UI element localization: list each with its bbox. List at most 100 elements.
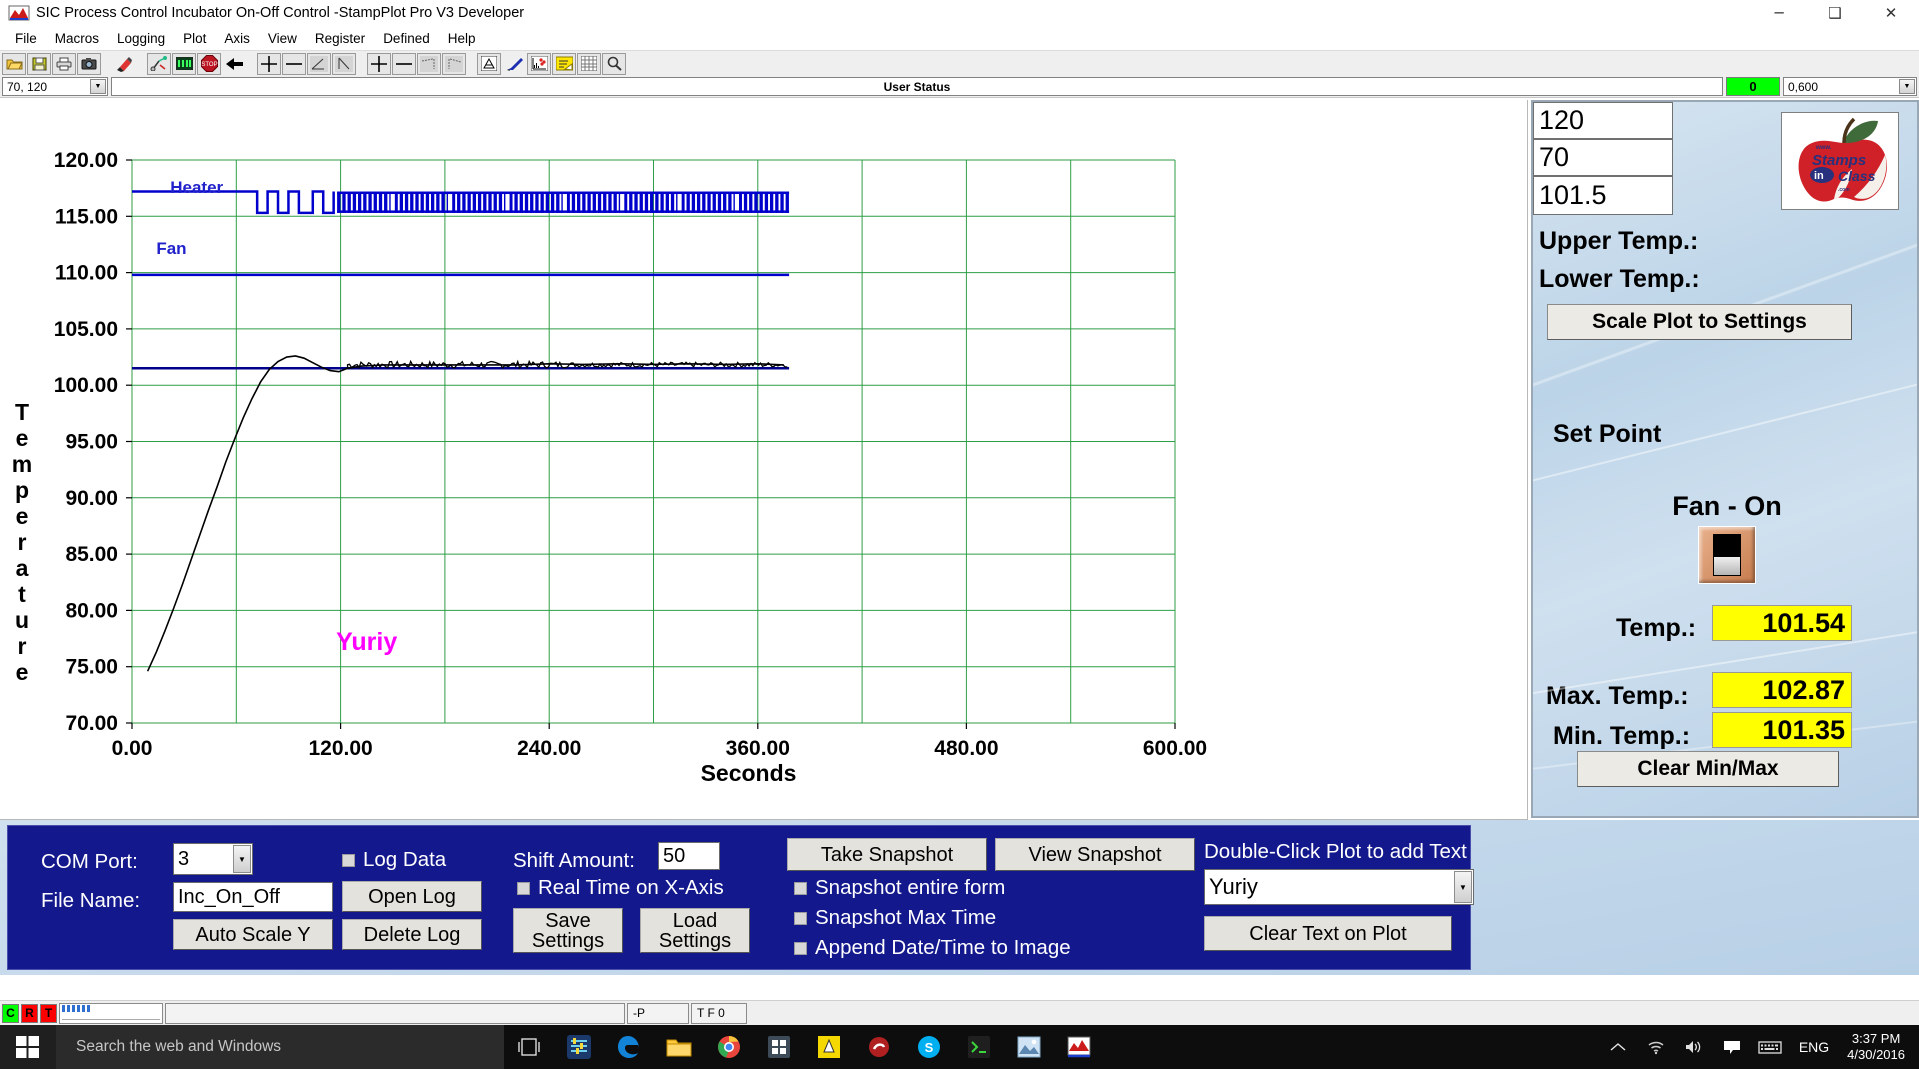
load-settings-button[interactable]: Load Settings [640, 908, 750, 953]
data-points-icon[interactable] [527, 52, 551, 75]
scale-plot-button[interactable]: Scale Plot to Settings [1547, 304, 1852, 340]
maximize-button[interactable]: ❑ [1807, 0, 1863, 26]
upper-temp-input[interactable]: 120 [1533, 102, 1673, 139]
com-port-combo[interactable]: 3 ▼ [173, 843, 253, 875]
menu-item-register[interactable]: Register [306, 29, 374, 48]
plot-text-combo[interactable]: Yuriy ▼ [1204, 869, 1474, 905]
task-view-icon[interactable] [504, 1025, 554, 1069]
speaker-icon[interactable] [1677, 1025, 1711, 1069]
shift-amount-input[interactable]: 50 [658, 842, 720, 870]
skype-icon[interactable]: S [904, 1025, 954, 1069]
led-display-icon[interactable] [172, 52, 196, 75]
save-disk-icon[interactable] [27, 52, 51, 75]
menu-item-logging[interactable]: Logging [108, 29, 174, 48]
notes-icon[interactable] [854, 1025, 904, 1069]
terminal-icon[interactable] [954, 1025, 1004, 1069]
app-status-bar: C R T -P T F 0 [0, 1000, 1919, 1025]
menu-item-file[interactable]: File [6, 29, 46, 48]
chevron-down-icon[interactable]: ▼ [233, 845, 251, 873]
snapshot-form-checkbox[interactable]: Snapshot entire form [794, 876, 1005, 900]
delete-log-button[interactable]: Delete Log [342, 919, 482, 950]
open-log-button[interactable]: Open Log [342, 881, 482, 912]
svg-text:T: T [15, 399, 29, 425]
photos-icon[interactable] [1004, 1025, 1054, 1069]
stampplot-icon[interactable] [1054, 1025, 1104, 1069]
file-explorer-icon[interactable] [654, 1025, 704, 1069]
print-icon[interactable] [52, 52, 76, 75]
max-temp-value-box: 102.87 [1712, 672, 1852, 708]
menu-item-plot[interactable]: Plot [174, 29, 215, 48]
save-settings-button[interactable]: Save Settings [513, 908, 623, 953]
plot-canvas[interactable]: 120.00 115.00 110.00 105.00 100.00 95.00 90.00… [0, 100, 1528, 820]
checkbox-box[interactable] [794, 881, 807, 895]
expand-right-icon[interactable] [442, 52, 466, 75]
menu-item-macros[interactable]: Macros [46, 29, 108, 48]
zoom-icon[interactable] [602, 52, 626, 75]
menu-item-defined[interactable]: Defined [374, 29, 439, 48]
time-range-combo[interactable]: 0,600 ▼ [1783, 77, 1917, 96]
minus-x-icon[interactable] [392, 52, 416, 75]
checkbox-box[interactable] [517, 881, 530, 895]
search-input[interactable]: Search the web and Windows [56, 1025, 504, 1069]
file-name-value: Inc_On_Off [178, 885, 280, 908]
close-button[interactable]: ✕ [1863, 0, 1919, 26]
plus-x-icon[interactable] [367, 52, 391, 75]
plot-status-row: 70, 120 ▼ User Status 0 0,600 ▼ [0, 76, 1919, 98]
search-placeholder: Search the web and Windows [76, 1038, 282, 1055]
checkbox-box[interactable] [342, 853, 355, 867]
minimize-button[interactable]: ─ [1751, 0, 1807, 26]
notifications-icon[interactable] [1715, 1025, 1749, 1069]
checkbox-box[interactable] [794, 911, 807, 925]
clock[interactable]: 3:37 PM 4/30/2016 [1841, 1031, 1911, 1064]
file-name-input[interactable]: Inc_On_Off [173, 882, 333, 912]
toggle-switch-icon[interactable] [1698, 526, 1756, 584]
notes-icon[interactable] [552, 52, 576, 75]
start-button[interactable] [0, 1025, 56, 1069]
set-point-input[interactable]: 101.5 [1533, 176, 1673, 215]
clear-text-button[interactable]: Clear Text on Plot [1204, 916, 1452, 951]
auto-scale-y-button[interactable]: Auto Scale Y [173, 919, 333, 950]
back-arrow-icon[interactable] [222, 53, 246, 75]
take-snapshot-button[interactable]: Take Snapshot [787, 838, 987, 871]
user-status-field[interactable]: User Status [111, 77, 1723, 96]
scale-up-icon[interactable] [307, 52, 331, 75]
vlc-icon[interactable] [804, 1025, 854, 1069]
scale-down-icon[interactable] [332, 52, 356, 75]
append-date-checkbox[interactable]: Append Date/Time to Image [794, 936, 1071, 960]
view-snapshot-button[interactable]: View Snapshot [995, 838, 1195, 871]
mixer-icon[interactable] [554, 1025, 604, 1069]
wifi-icon[interactable] [1639, 1025, 1673, 1069]
snapshot-max-checkbox[interactable]: Snapshot Max Time [794, 906, 996, 930]
expand-left-icon[interactable] [417, 52, 441, 75]
lower-temp-input[interactable]: 70 [1533, 139, 1673, 176]
menu-item-axis[interactable]: Axis [215, 29, 259, 48]
pen-icon[interactable] [502, 53, 526, 75]
connect-icon[interactable] [147, 52, 171, 75]
plus-icon[interactable] [257, 52, 281, 75]
range-combo[interactable]: 70, 120 ▼ [2, 77, 108, 96]
chevron-up-icon[interactable] [1601, 1025, 1635, 1069]
pdf-icon[interactable] [477, 52, 501, 75]
chrome-icon[interactable] [704, 1025, 754, 1069]
chevron-down-icon[interactable]: ▼ [1899, 79, 1915, 94]
clear-minmax-button[interactable]: Clear Min/Max [1577, 751, 1839, 787]
clear-text-label: Clear Text on Plot [1249, 922, 1407, 945]
chevron-down-icon[interactable]: ▼ [1454, 871, 1472, 903]
camera-icon[interactable] [77, 52, 101, 75]
temp-label: Temp.: [1616, 614, 1697, 642]
real-time-checkbox[interactable]: Real Time on X-Axis [517, 876, 724, 900]
menu-item-help[interactable]: Help [439, 29, 485, 48]
edge-icon[interactable] [604, 1025, 654, 1069]
checkbox-box[interactable] [794, 941, 807, 955]
log-data-checkbox[interactable]: Log Data [342, 848, 446, 872]
chevron-down-icon[interactable]: ▼ [90, 79, 106, 94]
language-indicator[interactable]: ENG [1791, 1039, 1837, 1055]
store-icon[interactable] [754, 1025, 804, 1069]
stop-icon[interactable]: STOP [197, 52, 221, 75]
open-folder-icon[interactable] [2, 52, 26, 75]
grid-icon[interactable] [577, 52, 601, 75]
keyboard-icon[interactable] [1753, 1025, 1787, 1069]
minus-icon[interactable] [282, 52, 306, 75]
menu-item-view[interactable]: View [259, 29, 306, 48]
marker-pen-icon[interactable] [112, 53, 136, 75]
